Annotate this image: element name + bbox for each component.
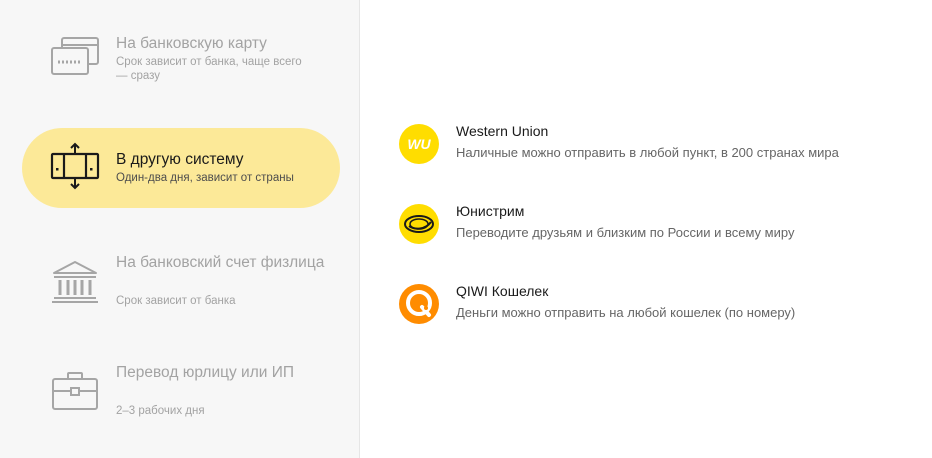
system-description: Наличные можно отправить в любой пункт, …: [456, 145, 839, 160]
method-bank-card[interactable]: На банковскую карту Срок зависит от банк…: [22, 18, 340, 98]
method-title: Перевод юрлицу или ИП: [116, 364, 294, 381]
system-name: Western Union: [456, 123, 549, 139]
method-subtitle: 2–3 рабочих дня: [116, 405, 205, 417]
transfer-systems-panel: WU Western Union Наличные можно отправит…: [361, 0, 932, 458]
system-name: QIWI Кошелек: [456, 283, 549, 299]
unistream-logo-icon: [399, 204, 439, 244]
system-description: Переводите друзьям и близким по России и…: [456, 225, 795, 240]
briefcase-icon: [50, 369, 100, 419]
transfer-system-icon: [50, 142, 100, 192]
system-name: Юнистрим: [456, 203, 525, 219]
transfer-methods-panel: На банковскую карту Срок зависит от банк…: [0, 0, 360, 458]
qiwi-logo-icon: [399, 284, 439, 324]
method-other-system[interactable]: В другую систему Один-два дня, зависит о…: [22, 128, 340, 208]
logo-text: WU: [407, 136, 431, 152]
method-title: На банковскую карту: [116, 35, 267, 52]
method-legal-entity[interactable]: Перевод юрлицу или ИП 2–3 рабочих дня: [22, 355, 340, 445]
system-qiwi[interactable]: QIWI Кошелек Деньги можно отправить на л…: [399, 282, 899, 332]
system-description: Деньги можно отправить на любой кошелек …: [456, 305, 796, 320]
bank-card-icon: [50, 35, 100, 85]
system-unistream[interactable]: Юнистрим Переводите друзьям и близким по…: [399, 202, 899, 252]
method-title: В другую систему: [116, 151, 244, 168]
method-subtitle: Срок зависит от банка: [116, 295, 236, 307]
method-bank-account[interactable]: На банковский счет физлица Срок зависит …: [22, 245, 340, 335]
method-subtitle: Срок зависит от банка, чаще всего — сраз…: [116, 56, 302, 82]
method-subtitle: Один-два дня, зависит от страны: [116, 172, 294, 184]
bank-building-icon: [50, 259, 100, 309]
method-title: На банковский счет физлица: [116, 254, 325, 271]
system-western-union[interactable]: WU Western Union Наличные можно отправит…: [399, 122, 899, 172]
western-union-logo-icon: WU: [399, 124, 439, 164]
